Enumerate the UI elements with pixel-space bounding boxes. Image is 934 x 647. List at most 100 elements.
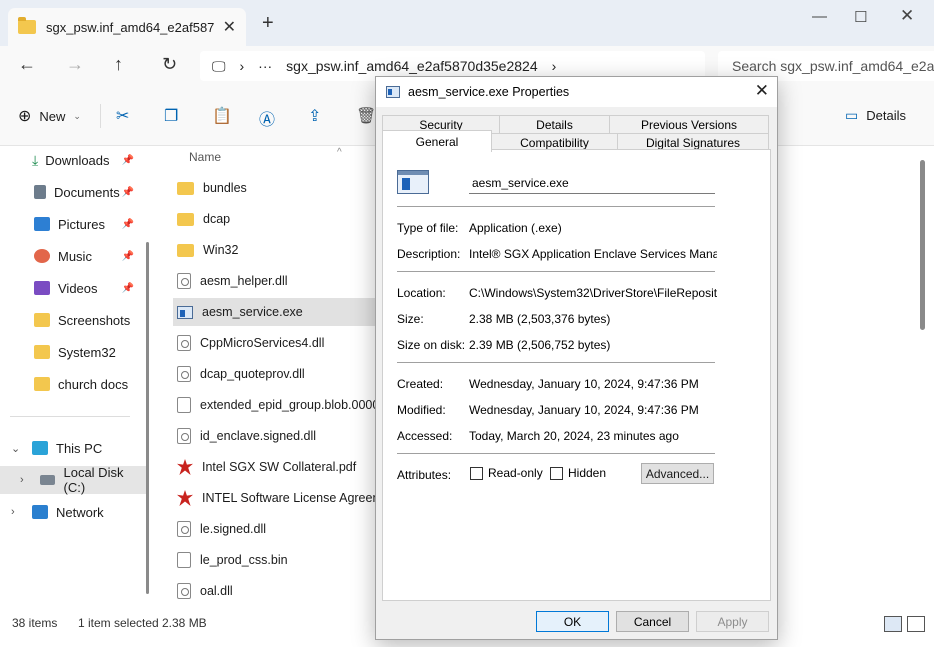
sidebar-item-documents[interactable]: Documents 📌 bbox=[0, 178, 146, 206]
file-row[interactable]: Win32 bbox=[173, 236, 383, 264]
file-name: aesm_service.exe bbox=[202, 305, 303, 319]
new-tab-button[interactable]: + bbox=[262, 12, 274, 35]
minimize-button[interactable]: — bbox=[812, 8, 827, 25]
address-ellipsis[interactable]: ··· bbox=[258, 58, 272, 74]
cancel-button[interactable]: Cancel bbox=[616, 611, 689, 632]
cut-icon[interactable]: ✂ bbox=[116, 106, 129, 126]
pdf-icon bbox=[177, 490, 193, 506]
size-on-disk-label: Size on disk: bbox=[397, 338, 466, 352]
read-only-checkbox[interactable]: Read-only bbox=[470, 466, 543, 480]
back-button[interactable]: ← bbox=[18, 54, 36, 75]
sidebar-scrollbar[interactable] bbox=[146, 242, 149, 594]
file-name: extended_epid_group.blob.000000 bbox=[200, 398, 383, 412]
file-row[interactable]: CppMicroServices4.dll bbox=[173, 329, 383, 357]
details-label: Details bbox=[866, 108, 906, 123]
file-name: id_enclave.signed.dll bbox=[200, 429, 317, 443]
refresh-button[interactable]: ↻ bbox=[162, 54, 177, 75]
monitor-icon: 🖵 bbox=[212, 57, 226, 74]
apply-button[interactable]: Apply bbox=[696, 611, 769, 632]
close-tab-icon[interactable]: ✕ bbox=[223, 17, 236, 37]
file-row[interactable]: aesm_service.exe bbox=[173, 298, 383, 326]
file-row[interactable]: INTEL Software License Agreemen bbox=[173, 484, 383, 512]
sidebar-item-label: church docs bbox=[58, 376, 129, 392]
tree-item-network[interactable]: › Network bbox=[0, 498, 146, 526]
hidden-checkbox[interactable]: Hidden bbox=[550, 466, 606, 480]
copy-icon[interactable]: ❐ bbox=[164, 106, 178, 126]
file-row[interactable]: id_enclave.signed.dll bbox=[173, 422, 383, 450]
details-button[interactable]: ▭ Details bbox=[845, 107, 906, 124]
tab-details[interactable]: Details bbox=[499, 115, 610, 134]
sidebar-item-screenshots[interactable]: Screenshots bbox=[0, 306, 146, 334]
sidebar-item-music[interactable]: Music 📌 bbox=[0, 242, 146, 270]
up-button[interactable]: ↑ bbox=[114, 54, 123, 75]
tab-previous-versions[interactable]: Previous Versions bbox=[609, 115, 769, 134]
file-row[interactable]: Intel SGX SW Collateral.pdf bbox=[173, 453, 383, 481]
sidebar-item-system32[interactable]: System32 bbox=[0, 338, 146, 366]
paste-icon[interactable]: 📋 bbox=[212, 106, 232, 126]
checkbox-box[interactable] bbox=[550, 466, 563, 480]
sidebar-item-pictures[interactable]: Pictures 📌 bbox=[0, 210, 146, 238]
download-icon: ⤓ bbox=[32, 151, 39, 168]
file-list-scrollbar[interactable] bbox=[920, 160, 925, 330]
pin-icon[interactable]: 📌 bbox=[122, 251, 134, 262]
tree-item-local-disk[interactable]: › Local Disk (C:) bbox=[0, 465, 146, 495]
rename-icon[interactable]: Ⓐ bbox=[259, 106, 275, 130]
maximize-button[interactable]: ☐ bbox=[854, 8, 867, 26]
dialog-close-button[interactable]: ✕ bbox=[755, 81, 769, 101]
sidebar-item-videos[interactable]: Videos 📌 bbox=[0, 274, 146, 302]
file-row[interactable]: le.signed.dll bbox=[173, 515, 383, 543]
modified-value: Wednesday, January 10, 2024, 9:47:36 PM bbox=[469, 403, 699, 417]
address-path[interactable]: sgx_psw.inf_amd64_e2af5870d35e2824 bbox=[286, 58, 537, 74]
column-header-name[interactable]: Name ^ bbox=[189, 147, 342, 164]
checkbox-box[interactable] bbox=[470, 466, 483, 480]
file-name: le.signed.dll bbox=[200, 522, 267, 536]
file-row[interactable]: dcap_quoteprov.dll bbox=[173, 360, 383, 388]
tiles-view-icon[interactable] bbox=[907, 616, 925, 632]
file-row[interactable]: le_prod_css.bin bbox=[173, 546, 383, 574]
file-row[interactable]: aesm_helper.dll bbox=[173, 267, 383, 295]
chevron-down-icon[interactable]: ⌄ bbox=[11, 442, 20, 455]
pictures-icon bbox=[34, 217, 50, 231]
close-window-button[interactable]: ✕ bbox=[900, 6, 914, 26]
pin-icon[interactable]: 📌 bbox=[122, 283, 134, 294]
sidebar-item-label: Downloads bbox=[45, 152, 110, 168]
file-row[interactable]: oal.dll bbox=[173, 577, 383, 605]
separator bbox=[397, 271, 715, 272]
tree-item-label: Network bbox=[56, 504, 104, 520]
pin-icon[interactable]: 📌 bbox=[122, 155, 134, 166]
file-name: le_prod_css.bin bbox=[200, 553, 288, 567]
file-name: Intel SGX SW Collateral.pdf bbox=[202, 460, 357, 474]
sidebar-divider bbox=[10, 416, 130, 417]
pin-icon[interactable]: 📌 bbox=[122, 187, 134, 198]
computer-icon bbox=[32, 441, 48, 455]
share-icon[interactable]: ⇪ bbox=[308, 106, 321, 126]
chevron-right-icon[interactable]: › bbox=[552, 58, 557, 74]
ok-button[interactable]: OK bbox=[536, 611, 609, 632]
folder-icon bbox=[177, 212, 194, 226]
created-value: Wednesday, January 10, 2024, 9:47:36 PM bbox=[469, 377, 699, 391]
advanced-button[interactable]: Advanced... bbox=[641, 463, 714, 484]
details-view-icon[interactable] bbox=[884, 616, 902, 632]
tree-item-this-pc[interactable]: ⌄ This PC bbox=[0, 434, 146, 462]
sidebar-item-downloads[interactable]: ⤓ Downloads 📌 bbox=[0, 146, 146, 174]
chevron-right-icon[interactable]: › bbox=[11, 506, 15, 518]
location-value[interactable]: C:\Windows\System32\DriverStore\FileRepo… bbox=[469, 286, 717, 300]
pin-icon[interactable]: 📌 bbox=[122, 219, 134, 230]
file-row[interactable]: dcap bbox=[173, 205, 383, 233]
chevron-right-icon[interactable]: › bbox=[20, 474, 24, 486]
dll-file-icon bbox=[177, 583, 191, 599]
accessed-value: Today, March 20, 2024, 23 minutes ago bbox=[469, 429, 679, 443]
sidebar-item-church-docs[interactable]: church docs bbox=[0, 370, 146, 398]
file-name: aesm_helper.dll bbox=[200, 274, 288, 288]
file-name: CppMicroServices4.dll bbox=[200, 336, 325, 350]
new-button[interactable]: ⊕ New ⌄ bbox=[18, 106, 81, 126]
file-row[interactable]: extended_epid_group.blob.000000 bbox=[173, 391, 383, 419]
dll-file-icon bbox=[177, 335, 191, 351]
tab-general[interactable]: General bbox=[382, 130, 492, 152]
file-name-field[interactable] bbox=[469, 172, 715, 194]
explorer-tab[interactable]: sgx_psw.inf_amd64_e2af5870c ✕ bbox=[8, 8, 246, 46]
sidebar-item-label: Pictures bbox=[58, 216, 105, 232]
file-row[interactable]: bundles bbox=[173, 174, 383, 202]
delete-icon[interactable]: 🗑 bbox=[356, 106, 376, 126]
forward-button[interactable]: → bbox=[66, 54, 84, 75]
